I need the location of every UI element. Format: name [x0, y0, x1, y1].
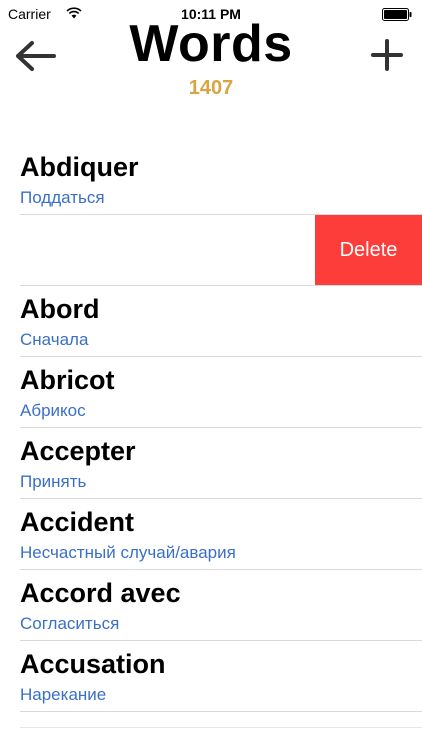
word-label: Accord avec	[20, 578, 181, 608]
delete-button[interactable]: Delete	[315, 215, 422, 285]
translation-label: Согласиться	[20, 614, 120, 633]
list-item[interactable]: Accident Несчастный случай/авария	[0, 499, 422, 570]
word-label: Abord	[20, 294, 100, 324]
translation-label: Несчастный случай/авария	[20, 543, 236, 562]
translation-label: Нарекание	[20, 685, 107, 704]
word-label: Abdiquer	[20, 152, 139, 182]
list-bottom-divider	[20, 727, 422, 728]
page-title: Words	[129, 15, 293, 73]
translation-label: Абрикос	[20, 401, 86, 420]
word-label: Accepter	[20, 436, 136, 466]
list-item[interactable]: Abdiquer Поддаться	[0, 144, 422, 215]
word-label: Accusation	[20, 649, 166, 679]
word-label: Abricot	[20, 365, 115, 395]
add-word-button[interactable]	[370, 38, 404, 72]
list-item[interactable]: Accepter Принять	[0, 428, 422, 499]
list-item[interactable]: Accusation Нарекание	[0, 641, 422, 712]
list-item[interactable]: Abord Сначала	[0, 286, 422, 357]
word-list: Abdiquer Поддаться Delete Abord Сначала …	[0, 144, 422, 750]
word-label: Accident	[20, 507, 135, 537]
plus-icon	[371, 39, 403, 71]
translation-label: Принять	[20, 472, 87, 491]
list-item[interactable]: Accord avec Согласиться	[0, 570, 422, 641]
translation-label: Поддаться	[20, 188, 105, 207]
row-divider	[20, 711, 422, 712]
translation-label: Сначала	[20, 330, 89, 349]
list-item[interactable]: Abricot Абрикос	[0, 357, 422, 428]
list-item-swiped[interactable]: Delete	[0, 215, 422, 286]
word-count: 1407	[188, 77, 234, 99]
